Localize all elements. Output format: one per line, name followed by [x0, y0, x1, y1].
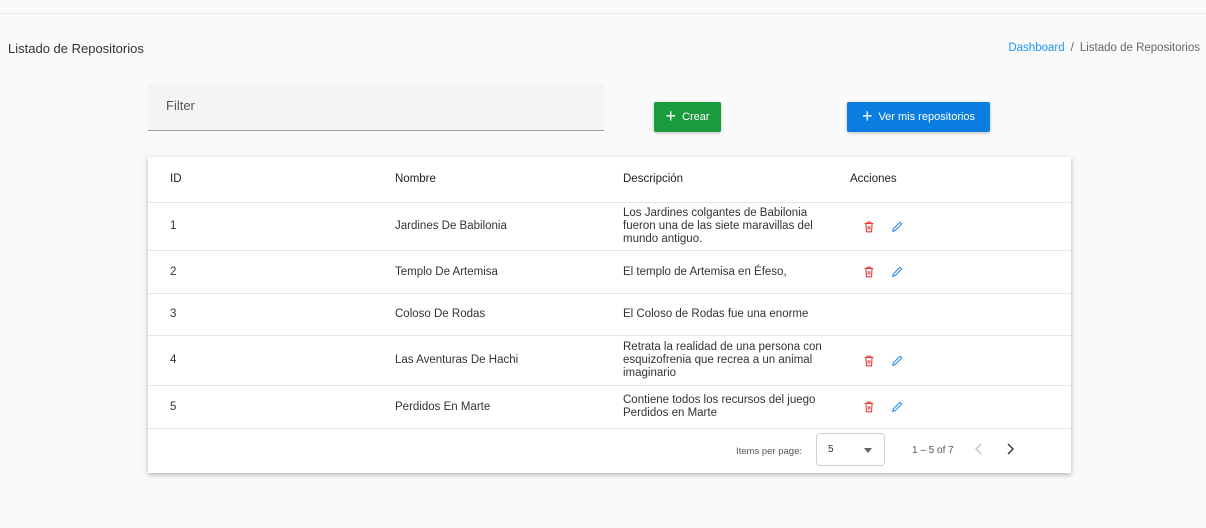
- create-button[interactable]: + Crear: [654, 102, 721, 132]
- plus-icon: +: [861, 106, 873, 126]
- cell-id: 1: [170, 220, 177, 232]
- cell-nombre: Coloso De Rodas: [395, 308, 486, 320]
- trash-icon[interactable]: [862, 400, 876, 414]
- create-button-label: Crear: [682, 111, 710, 123]
- next-page-button[interactable]: [1000, 439, 1020, 459]
- cell-acciones: [850, 203, 904, 250]
- table-row: 5 Perdidos En Marte Contiene todos los r…: [148, 386, 1071, 429]
- column-header-acciones: Acciones: [850, 173, 897, 185]
- items-per-page-value: 5: [828, 444, 834, 455]
- cell-nombre: Jardines De Babilonia: [395, 220, 507, 232]
- breadcrumb-separator: /: [1070, 42, 1074, 54]
- table-row: 3 Coloso De Rodas El Coloso de Rodas fue…: [148, 294, 1071, 336]
- repositories-table-card: ID Nombre Descripción Acciones 1 Jardine…: [148, 157, 1071, 473]
- items-per-page-select[interactable]: 5: [816, 433, 885, 466]
- pencil-icon[interactable]: [890, 400, 904, 414]
- plus-icon: +: [665, 106, 676, 126]
- cell-id: 4: [170, 354, 177, 366]
- breadcrumb-dashboard-link[interactable]: Dashboard: [1008, 42, 1064, 54]
- breadcrumb: Dashboard / Listado de Repositorios: [1008, 42, 1200, 54]
- table-header-row: ID Nombre Descripción Acciones: [148, 157, 1071, 203]
- cell-descripcion: El Coloso de Rodas fue una enorme: [623, 308, 809, 320]
- column-header-descripcion[interactable]: Descripción: [623, 157, 833, 202]
- filter-input[interactable]: [164, 97, 588, 114]
- table-row: 4 Las Aventuras De Hachi Retrata la real…: [148, 336, 1071, 386]
- paginator: Items per page: 5 1 – 5 of 7: [148, 429, 1071, 473]
- page-title: Listado de Repositorios: [8, 41, 144, 56]
- breadcrumb-current: Listado de Repositorios: [1079, 42, 1200, 54]
- cell-nombre: Templo De Artemisa: [395, 265, 498, 278]
- cell-descripcion: El templo de Artemisa en Éfeso,: [623, 265, 787, 278]
- chevron-right-icon: [1007, 443, 1014, 455]
- dropdown-caret-icon: [864, 448, 872, 453]
- cell-acciones: [850, 251, 904, 293]
- cell-descripcion: Retrata la realidad de una persona con e…: [623, 341, 822, 379]
- pencil-icon[interactable]: [890, 220, 904, 234]
- page-range-label: 1 – 5 of 7: [912, 445, 954, 456]
- my-repositories-button-label: Ver mis repositorios: [878, 111, 976, 123]
- pencil-icon[interactable]: [890, 354, 904, 368]
- items-per-page-label: Items per page:: [736, 446, 803, 457]
- trash-icon[interactable]: [862, 220, 876, 234]
- chevron-left-icon: [975, 443, 982, 455]
- column-header-id[interactable]: ID: [170, 157, 182, 202]
- filter-field[interactable]: [148, 84, 604, 131]
- cell-acciones: [850, 336, 904, 385]
- previous-page-button[interactable]: [969, 439, 989, 459]
- cell-nombre: Las Aventuras De Hachi: [395, 354, 519, 366]
- cell-id: 3: [170, 308, 177, 320]
- trash-icon[interactable]: [862, 354, 876, 368]
- trash-icon[interactable]: [862, 265, 876, 279]
- cell-descripcion: Contiene todos los recursos del juego Pe…: [623, 394, 816, 419]
- cell-id: 5: [170, 400, 177, 413]
- cell-descripcion: Los Jardines colgantes de Babilonia fuer…: [623, 207, 813, 245]
- cell-id: 2: [170, 265, 177, 278]
- cell-acciones: [850, 386, 904, 428]
- pencil-icon[interactable]: [890, 265, 904, 279]
- cell-nombre: Perdidos En Marte: [395, 400, 491, 413]
- column-header-nombre[interactable]: Nombre: [395, 157, 436, 202]
- table-row: 2 Templo De Artemisa El templo de Artemi…: [148, 251, 1071, 294]
- my-repositories-button[interactable]: + Ver mis repositorios: [847, 102, 990, 132]
- top-divider: [0, 13, 1206, 14]
- table-row: 1 Jardines De Babilonia Los Jardines col…: [148, 203, 1071, 251]
